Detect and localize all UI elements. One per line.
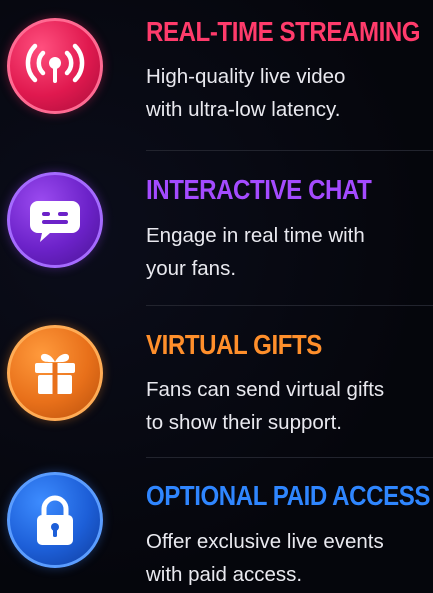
feature-virtual-gifts: VIRTUAL GIFTS Fans can send virtual gift… xyxy=(0,305,433,455)
feature-description-line: Fans can send virtual gifts xyxy=(146,378,385,401)
feature-title: INTERACTIVE CHAT xyxy=(146,174,372,205)
feature-description-line: Offer exclusive live events xyxy=(146,530,384,553)
gift-icon xyxy=(30,348,80,398)
feature-title: REAL-TIME STREAMING xyxy=(146,16,421,47)
feature-title: VIRTUAL GIFTS xyxy=(146,329,322,360)
feature-description-line: to show their support. xyxy=(146,411,342,434)
live-broadcast-icon xyxy=(24,41,86,91)
streaming-icon-badge xyxy=(7,18,103,114)
feature-title: OPTIONAL PAID ACCESS xyxy=(146,480,430,511)
feature-description-line: your fans. xyxy=(146,257,237,280)
gifts-icon-badge xyxy=(7,325,103,421)
feature-optional-paid-access: OPTIONAL PAID ACCESS Offer exclusive liv… xyxy=(0,458,433,593)
feature-description-line: with ultra-low latency. xyxy=(146,98,341,121)
paid-access-icon-badge xyxy=(7,472,103,568)
chat-bubble-icon xyxy=(28,195,82,245)
feature-description: Offer exclusive live events with paid ac… xyxy=(146,525,433,591)
divider xyxy=(146,150,433,151)
feature-description: Fans can send virtual gifts to show thei… xyxy=(146,373,433,439)
feature-interactive-chat: INTERACTIVE CHAT Engage in real time wit… xyxy=(0,152,433,302)
feature-description: High-quality live video with ultra-low l… xyxy=(146,60,433,126)
feature-real-time-streaming: REAL-TIME STREAMING High-quality live vi… xyxy=(0,0,433,150)
chat-icon-badge xyxy=(7,172,103,268)
feature-description-line: Engage in real time with xyxy=(146,224,365,247)
feature-description-line: with paid access. xyxy=(146,563,303,586)
feature-description: Engage in real time with your fans. xyxy=(146,219,433,285)
feature-description-line: High-quality live video xyxy=(146,65,346,88)
padlock-icon xyxy=(33,493,77,547)
features-panel: REAL-TIME STREAMING High-quality live vi… xyxy=(0,0,433,593)
